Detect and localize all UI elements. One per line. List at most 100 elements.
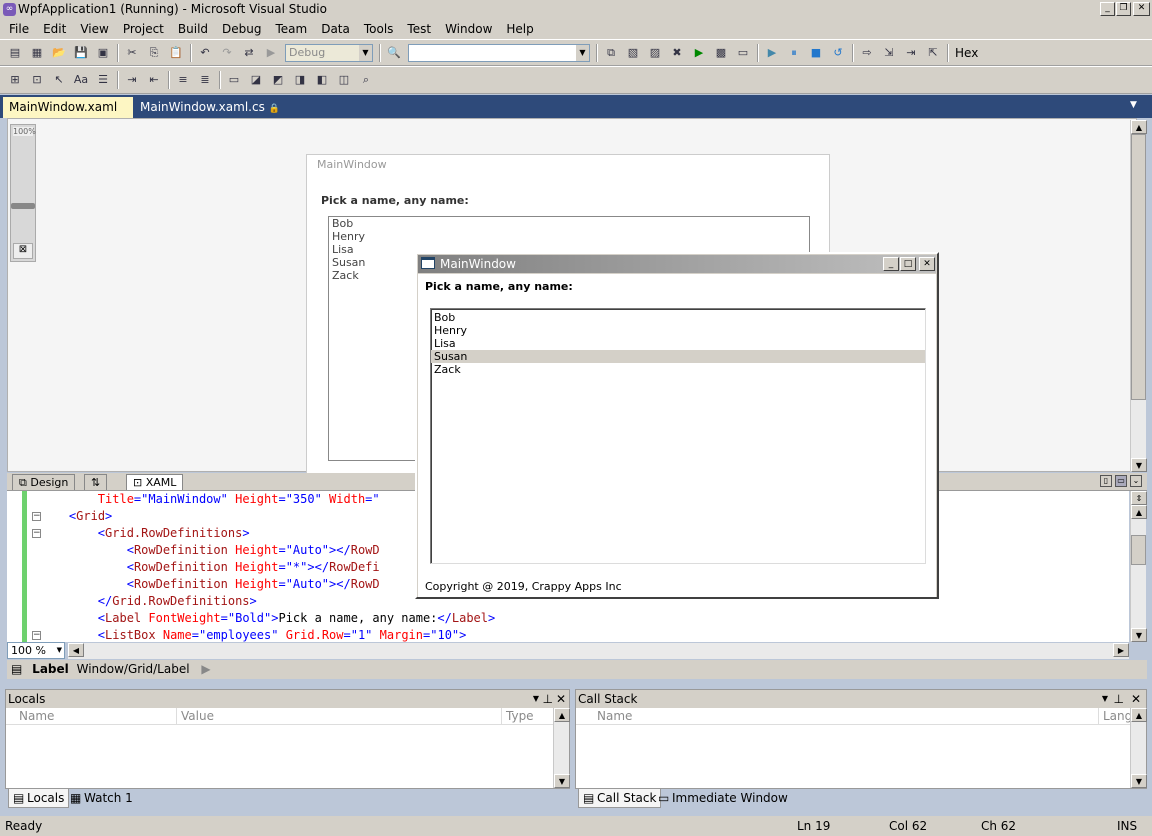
pin-icon[interactable]: ⊥ — [543, 690, 553, 708]
redo-icon[interactable]: ↷ — [219, 45, 235, 61]
window-menu-icon[interactable]: ▼ — [533, 690, 539, 708]
tab-mainwindow-xaml-cs[interactable]: MainWindow.xaml.cs 🔒 — [134, 97, 286, 118]
running-app-titlebar[interactable]: MainWindow — [418, 255, 936, 273]
bookmark-next-icon[interactable]: ◨ — [292, 72, 308, 88]
zoom-thumb[interactable] — [11, 203, 35, 209]
collapse-icon[interactable]: − — [32, 529, 41, 538]
tab-call-stack[interactable]: ▤ Call Stack — [578, 789, 662, 808]
tab-watch-1[interactable]: ▦ Watch 1 — [66, 789, 137, 808]
col-value[interactable]: Value — [176, 708, 214, 725]
menu-debug[interactable]: Debug — [215, 22, 268, 36]
xaml-view-button[interactable]: ⊡ XAML — [126, 474, 184, 490]
break-all-icon[interactable]: ⏸ — [786, 45, 802, 61]
scroll-down-icon[interactable]: ▼ — [1131, 628, 1147, 642]
properties-icon[interactable]: ▧ — [625, 45, 641, 61]
start-page-icon[interactable]: ▶ — [691, 45, 707, 61]
scroll-down-icon[interactable]: ▼ — [554, 774, 570, 788]
scroll-thumb[interactable] — [1131, 535, 1146, 565]
zoom-slider[interactable]: 100% ⊠ — [10, 124, 36, 262]
code-line[interactable]: </Grid.RowDefinitions> — [40, 593, 257, 610]
object-browser-icon[interactable]: ▨ — [647, 45, 663, 61]
restart-icon[interactable]: ↺ — [830, 45, 846, 61]
menu-build[interactable]: Build — [171, 22, 215, 36]
indent-icon[interactable]: ⇥ — [124, 72, 140, 88]
close-icon[interactable]: ✕ — [556, 690, 566, 708]
pointer-icon[interactable]: ↖ — [51, 72, 67, 88]
col-language[interactable]: Lang — [1098, 708, 1132, 725]
list-item-selected[interactable]: Susan — [431, 350, 925, 363]
toolbox-icon[interactable]: ✖ — [669, 45, 685, 61]
save-icon[interactable]: 💾 — [73, 45, 89, 61]
menu-window[interactable]: Window — [438, 22, 499, 36]
menu-help[interactable]: Help — [499, 22, 540, 36]
menu-team[interactable]: Team — [268, 22, 314, 36]
editor-horizontal-scrollbar[interactable]: ◀ ▶ — [68, 643, 1129, 659]
collapse-pane-icon[interactable]: ⌄ — [1130, 475, 1142, 487]
scroll-up-icon[interactable]: ▲ — [1131, 505, 1147, 519]
stop-debugging-icon[interactable]: ■ — [808, 45, 824, 61]
bookmark-icon[interactable]: ◪ — [248, 72, 264, 88]
menu-tools[interactable]: Tools — [357, 22, 401, 36]
menu-view[interactable]: View — [73, 22, 115, 36]
vertical-split-icon[interactable]: ▯ — [1100, 475, 1112, 487]
step-over-icon[interactable]: ⇥ — [903, 45, 919, 61]
menu-project[interactable]: Project — [116, 22, 171, 36]
col-type[interactable]: Type — [501, 708, 534, 725]
tab-order-icon[interactable]: ☰ — [95, 72, 111, 88]
open-file-icon[interactable]: 📂 — [51, 45, 67, 61]
continue-icon[interactable]: ▶ — [764, 45, 780, 61]
code-line[interactable]: <RowDefinition Height="Auto"></RowD — [40, 542, 380, 559]
minimize-button[interactable]: _ — [1100, 2, 1115, 16]
solution-config-select[interactable]: Debug ▼ — [285, 43, 373, 62]
class-view-icon[interactable]: ▩ — [713, 45, 729, 61]
design-view-button[interactable]: ⧉ Design — [12, 474, 76, 490]
bookmark-prev-icon[interactable]: ◩ — [270, 72, 286, 88]
code-line[interactable]: <Grid.RowDefinitions> — [40, 525, 250, 542]
list-item[interactable]: Bob — [431, 311, 925, 324]
step-into-icon[interactable]: ⇲ — [881, 45, 897, 61]
scroll-down-icon[interactable]: ▼ — [1131, 774, 1147, 788]
scroll-thumb[interactable] — [1131, 134, 1146, 400]
add-item-icon[interactable]: ▦ — [29, 45, 45, 61]
call-stack-scrollbar[interactable]: ▲ ▼ — [1130, 708, 1147, 788]
app-minimize-button[interactable]: _ — [883, 257, 899, 271]
hex-toggle[interactable]: Hex — [955, 46, 978, 60]
find-bookmark-icon[interactable]: ⌕ — [358, 72, 374, 88]
menu-test[interactable]: Test — [400, 22, 438, 36]
code-line[interactable]: Title="MainWindow" Height="350" Width=" — [40, 491, 380, 508]
code-line[interactable]: <RowDefinition Height="Auto"></RowD — [40, 576, 380, 593]
editor-zoom-select[interactable]: 100 % ▼ — [7, 642, 65, 659]
bookmark-folder-icon[interactable]: ◧ — [314, 72, 330, 88]
scroll-right-icon[interactable]: ▶ — [1113, 643, 1129, 657]
uncomment-icon[interactable]: ≣ — [197, 72, 213, 88]
copy-icon[interactable]: ⎘ — [146, 45, 162, 61]
list-item[interactable]: Henry — [431, 324, 925, 337]
list-item[interactable]: Zack — [431, 363, 925, 376]
scroll-left-icon[interactable]: ◀ — [68, 643, 84, 657]
find-in-files-icon[interactable]: 🔍 — [386, 45, 402, 61]
start-debug-icon[interactable]: ▶ — [263, 45, 279, 61]
restore-button[interactable]: ❐ — [1116, 2, 1131, 16]
tab-mainwindow-xaml[interactable]: MainWindow.xaml 🔒 ✕ — [3, 97, 133, 135]
bookmark-clear-icon[interactable]: ◫ — [336, 72, 352, 88]
pin-icon[interactable]: ⊥ — [1114, 690, 1124, 708]
col-name[interactable]: Name — [597, 708, 632, 725]
designer-vertical-scrollbar[interactable]: ▲ ▼ — [1130, 120, 1147, 472]
comment-icon[interactable]: ≡ — [175, 72, 191, 88]
code-line[interactable]: <ListBox Name="employees" Grid.Row="1" M… — [40, 627, 467, 644]
save-all-icon[interactable]: ▣ — [95, 45, 111, 61]
tab-immediate-window[interactable]: ▭ Immediate Window — [654, 789, 792, 808]
scroll-down-icon[interactable]: ▼ — [1131, 458, 1147, 472]
list-item[interactable]: Lisa — [431, 337, 925, 350]
code-line[interactable]: <RowDefinition Height="*"></RowDefi — [40, 559, 380, 576]
menu-file[interactable]: File — [2, 22, 36, 36]
running-app-window[interactable]: MainWindow _ □ ✕ Pick a name, any name: … — [415, 252, 939, 599]
tab-locals[interactable]: ▤ Locals — [8, 789, 70, 808]
navigate-icon[interactable]: ⇄ — [241, 45, 257, 61]
employees-listbox[interactable]: Bob Henry Lisa Susan Zack — [430, 308, 926, 564]
locals-scrollbar[interactable]: ▲ ▼ — [553, 708, 570, 788]
swap-panes-button[interactable]: ⇅ — [84, 474, 108, 490]
command-window-icon[interactable]: ▭ — [735, 45, 751, 61]
fit-to-window-icon[interactable]: ⊠ — [13, 243, 33, 259]
font-size-icon[interactable]: Aa — [73, 72, 89, 88]
